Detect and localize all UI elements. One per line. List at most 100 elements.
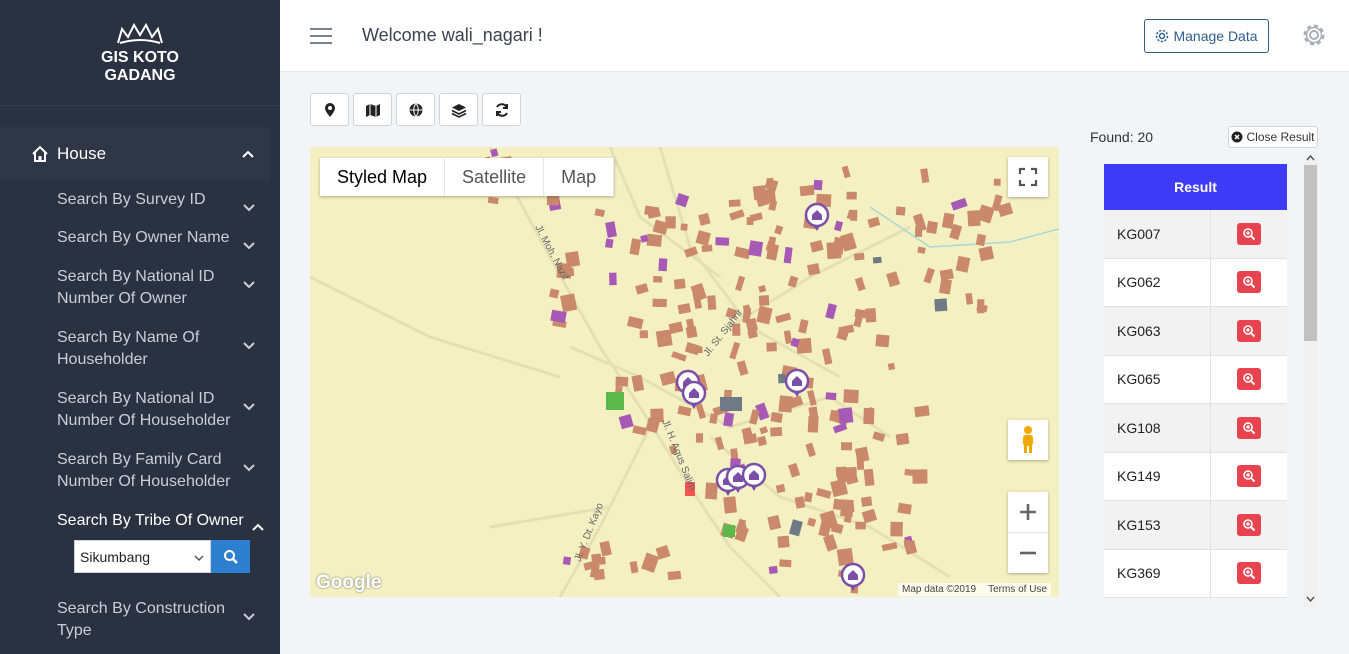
marker-tool-button[interactable] bbox=[310, 93, 349, 126]
tribe-search-button[interactable] bbox=[211, 540, 250, 573]
building-footprint bbox=[758, 295, 770, 306]
zoom-to-result-button[interactable] bbox=[1237, 416, 1261, 439]
terms-of-use-link[interactable]: Terms of Use bbox=[988, 584, 1047, 595]
brand-line-1: GIS KOTO bbox=[101, 48, 179, 66]
map-view[interactable]: Jl. Moh. Nazif Jl. St. Sjahrir Jl. H. Ag… bbox=[310, 147, 1059, 597]
refresh-tool-button[interactable] bbox=[482, 93, 521, 126]
house-marker-icon[interactable] bbox=[741, 462, 767, 491]
building-footprint bbox=[914, 405, 930, 418]
zoom-to-result-button[interactable] bbox=[1237, 465, 1261, 488]
result-row: KG108 bbox=[1104, 404, 1287, 453]
sidebar-item-owner-national-id[interactable]: Search By National ID Number Of Owner bbox=[57, 266, 262, 310]
building-footprint bbox=[766, 342, 777, 352]
sidebar-item-householder-name[interactable]: Search By Name Of Householder bbox=[57, 327, 262, 371]
map-type-map[interactable]: Map bbox=[544, 158, 615, 196]
fullscreen-button[interactable] bbox=[1008, 157, 1048, 197]
building-footprint bbox=[978, 245, 995, 262]
building-footprint bbox=[813, 179, 823, 191]
zoom-to-result-button[interactable] bbox=[1237, 271, 1261, 294]
zoom-in-icon bbox=[1243, 567, 1256, 580]
building-footprint bbox=[671, 351, 687, 362]
result-row: KG062 bbox=[1104, 258, 1287, 307]
brand: GIS KOTO GADANG bbox=[0, 0, 280, 106]
zoom-to-result-button[interactable] bbox=[1237, 222, 1261, 245]
building-footprint bbox=[685, 326, 698, 339]
building-footprint bbox=[635, 283, 649, 295]
sidebar-item-label: Search By National ID Number Of Owner bbox=[57, 268, 215, 307]
zoom-to-result-button[interactable] bbox=[1237, 368, 1261, 391]
top-bar: Welcome wali_nagari ! Manage Data bbox=[280, 0, 1349, 72]
result-action-cell bbox=[1211, 210, 1287, 258]
building-footprint bbox=[860, 496, 873, 507]
sidebar-item-house[interactable]: House bbox=[0, 127, 270, 180]
results-scrollbar[interactable] bbox=[1303, 151, 1318, 607]
house-marker-icon[interactable] bbox=[784, 368, 810, 397]
building-footprint bbox=[729, 209, 745, 221]
building-footprint bbox=[917, 246, 926, 254]
map-type-satellite[interactable]: Satellite bbox=[445, 158, 545, 196]
fullscreen-icon bbox=[1018, 167, 1038, 187]
zoom-out-button[interactable] bbox=[1008, 533, 1048, 573]
building-footprint bbox=[826, 241, 842, 260]
sidebar-item-label: Search By Tribe Of Owner bbox=[57, 512, 244, 529]
building-footprint bbox=[788, 462, 801, 478]
building-footprint bbox=[768, 565, 778, 574]
house-marker-icon[interactable] bbox=[840, 562, 866, 591]
building-footprint bbox=[775, 312, 792, 324]
building-footprint bbox=[863, 468, 875, 487]
building-footprint bbox=[626, 316, 644, 330]
building-footprint bbox=[618, 413, 634, 430]
sidebar-item-tribe-of-owner[interactable]: Search By Tribe Of Owner bbox=[57, 510, 267, 532]
globe-tool-button[interactable] bbox=[396, 93, 435, 126]
building-footprint bbox=[605, 221, 617, 238]
building-footprint bbox=[770, 411, 783, 423]
map-data-text: Map data ©2019 bbox=[902, 584, 977, 595]
manage-data-button[interactable]: Manage Data bbox=[1144, 19, 1269, 53]
zoom-in-button[interactable] bbox=[1008, 493, 1048, 533]
building-footprint bbox=[904, 468, 914, 476]
building-footprint bbox=[591, 553, 602, 564]
close-result-button[interactable]: Close Result bbox=[1228, 126, 1318, 148]
welcome-message: Welcome wali_nagari ! bbox=[362, 25, 543, 45]
building-footprint bbox=[923, 267, 935, 284]
layers-icon bbox=[451, 103, 466, 118]
sidebar-item-construction-type[interactable]: Search By Construction Type bbox=[57, 598, 262, 642]
building-footprint bbox=[667, 570, 682, 581]
scroll-up-icon[interactable] bbox=[1306, 154, 1315, 161]
map-type-styled[interactable]: Styled Map bbox=[320, 158, 446, 196]
results-body: KG007 KG062 KG063 KG065 KG108 KG149 KG153 KG369 bbox=[1104, 210, 1287, 598]
zoom-to-result-button[interactable] bbox=[1237, 513, 1261, 536]
building-footprint bbox=[778, 373, 786, 384]
menu-toggle-icon[interactable] bbox=[310, 28, 332, 44]
manage-data-label: Manage Data bbox=[1173, 28, 1258, 44]
street-view-button[interactable] bbox=[1008, 420, 1048, 460]
layers-tool-button[interactable] bbox=[439, 93, 478, 126]
building-footprint bbox=[853, 316, 863, 328]
result-action-cell bbox=[1211, 356, 1287, 404]
result-id: KG149 bbox=[1104, 452, 1211, 500]
building-footprint bbox=[809, 240, 824, 253]
sidebar-item-family-card[interactable]: Search By Family Card Number Of Househol… bbox=[57, 449, 262, 493]
building-footprint bbox=[897, 502, 912, 515]
sidebar-item-survey-id[interactable]: Search By Survey ID bbox=[57, 189, 262, 212]
building-footprint bbox=[698, 212, 711, 226]
building-footprint bbox=[805, 442, 816, 458]
pegman-icon bbox=[1023, 426, 1033, 453]
tribe-select[interactable]: Sikumbang bbox=[74, 540, 211, 573]
sidebar-item-householder-national-id[interactable]: Search By National ID Number Of Househol… bbox=[57, 388, 262, 432]
building-footprint bbox=[615, 376, 629, 387]
scroll-down-icon[interactable] bbox=[1306, 596, 1315, 603]
map-tool-button[interactable] bbox=[353, 93, 392, 126]
zoom-to-result-button[interactable] bbox=[1237, 562, 1261, 585]
building-footprint bbox=[835, 466, 847, 477]
zoom-to-result-button[interactable] bbox=[1237, 319, 1261, 342]
tribe-select-value: Sikumbang bbox=[80, 548, 151, 565]
scroll-thumb[interactable] bbox=[1304, 165, 1317, 341]
google-logo: Google bbox=[316, 572, 382, 593]
building-footprint bbox=[646, 233, 663, 247]
sidebar-item-owner-name[interactable]: Search By Owner Name bbox=[57, 227, 262, 250]
building-footprint bbox=[788, 519, 803, 537]
building-footprint bbox=[939, 268, 954, 281]
settings-gear-icon[interactable] bbox=[1301, 22, 1327, 48]
building-footprint bbox=[652, 298, 667, 308]
